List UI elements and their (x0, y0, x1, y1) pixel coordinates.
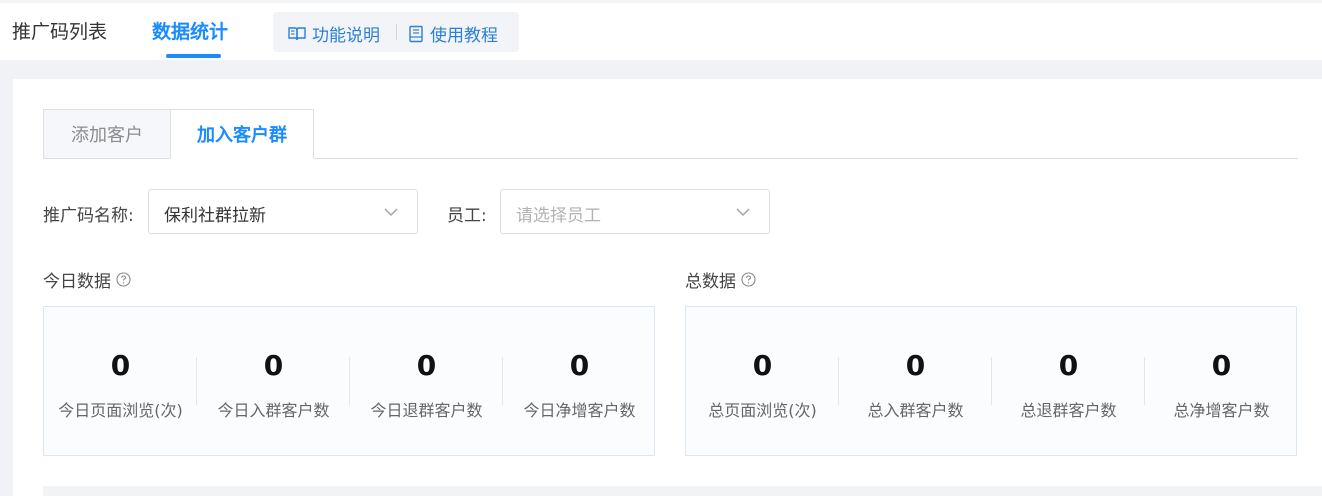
top-navigation-bar: 推广码列表 数据统计 功能说明 使用教程 (0, 0, 1322, 60)
stat-value: 0 (1058, 349, 1079, 382)
stat-total-page-views: 0 总页面浏览(次) (686, 307, 839, 457)
stat-today-net: 0 今日净增客户数 (503, 307, 656, 457)
stat-total-left: 0 总退群客户数 (992, 307, 1145, 457)
employee-select[interactable]: 请选择员工 (500, 189, 770, 234)
stat-value: 0 (905, 349, 926, 382)
total-data-title: 总数据 (685, 267, 756, 292)
stat-label: 总入群客户数 (867, 401, 964, 420)
stat-label: 今日页面浏览(次) (58, 401, 183, 420)
tab-add-customer[interactable]: 添加客户 (43, 109, 170, 159)
stat-value: 0 (752, 349, 773, 382)
today-data-title: 今日数据 (43, 267, 131, 292)
tutorial-label: 使用教程 (430, 26, 498, 46)
stat-value: 0 (110, 349, 131, 382)
stat-value: 0 (1211, 349, 1232, 382)
today-data-title-text: 今日数据 (43, 272, 111, 292)
stat-label: 总净增客户数 (1173, 401, 1270, 420)
stat-today-left: 0 今日退群客户数 (350, 307, 503, 457)
employee-label: 员工: (447, 206, 487, 226)
tab-promo-code-list[interactable]: 推广码列表 (12, 17, 107, 44)
total-data-title-text: 总数据 (685, 272, 736, 292)
promo-code-select[interactable]: 保利社群拉新 (148, 189, 418, 234)
stat-label: 今日退群客户数 (370, 401, 483, 420)
chevron-down-icon (384, 208, 398, 217)
help-divider (396, 24, 397, 40)
promo-code-name-label: 推广码名称: (43, 206, 134, 226)
statistics-card: 添加客户 加入客户群 推广码名称: 保利社群拉新 员工: 请选择员工 今日数据 … (13, 79, 1322, 496)
feature-description-label: 功能说明 (312, 26, 380, 46)
stat-label: 今日入群客户数 (217, 401, 330, 420)
help-links-box: 功能说明 使用教程 (273, 12, 519, 52)
stat-total-net: 0 总净增客户数 (1145, 307, 1298, 457)
today-stats-panel: 0 今日页面浏览(次) 0 今日入群客户数 0 今日退群客户数 0 今日净增客户… (43, 306, 655, 456)
stat-label: 总退群客户数 (1020, 401, 1117, 420)
total-stats-panel: 0 总页面浏览(次) 0 总入群客户数 0 总退群客户数 0 总净增客户数 (685, 306, 1297, 456)
chevron-down-icon (736, 208, 750, 217)
stat-value: 0 (263, 349, 284, 382)
question-circle-icon[interactable] (741, 272, 756, 287)
tutorial-link[interactable]: 使用教程 (408, 21, 498, 46)
open-book-icon (288, 26, 306, 40)
active-tab-indicator (166, 54, 221, 58)
stat-label: 今日净增客户数 (523, 401, 636, 420)
tab-data-statistics[interactable]: 数据统计 (152, 17, 228, 44)
feature-description-link[interactable]: 功能说明 (288, 21, 380, 46)
stat-today-page-views: 0 今日页面浏览(次) (44, 307, 197, 457)
promo-code-select-value: 保利社群拉新 (164, 206, 266, 226)
stat-today-joined: 0 今日入群客户数 (197, 307, 350, 457)
stat-value: 0 (416, 349, 437, 382)
employee-select-placeholder: 请选择员工 (516, 206, 601, 226)
stat-total-joined: 0 总入群客户数 (839, 307, 992, 457)
stat-value: 0 (569, 349, 590, 382)
tab-join-customer-group[interactable]: 加入客户群 (170, 109, 314, 159)
question-circle-icon[interactable] (116, 272, 131, 287)
chart-area-top-strip (43, 486, 1322, 496)
stat-label: 总页面浏览(次) (708, 401, 817, 420)
document-icon (409, 25, 423, 42)
